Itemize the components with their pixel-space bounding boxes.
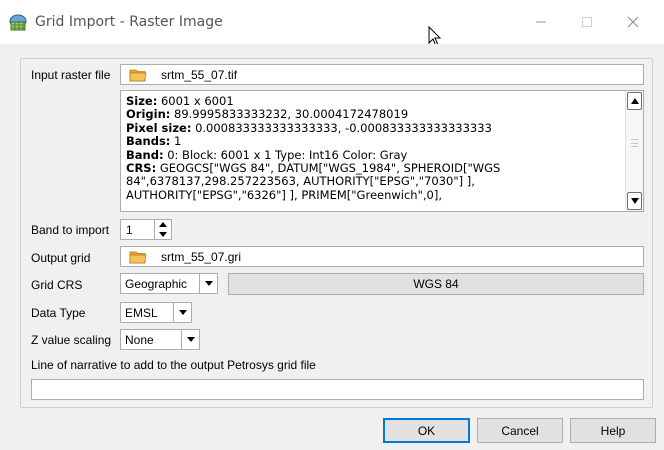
minimize-button[interactable]	[518, 0, 564, 44]
scroll-thumb-grip[interactable]	[631, 139, 638, 147]
ok-button[interactable]: OK	[383, 418, 470, 443]
dropdown-arrow[interactable]	[173, 303, 191, 322]
dropdown-arrow[interactable]	[199, 274, 217, 293]
narrative-input[interactable]	[31, 379, 644, 400]
input-raster-label: Input raster file	[31, 68, 111, 82]
info-line: Pixel size: 0.000833333333333333, -0.000…	[126, 121, 492, 135]
band-spinbox[interactable]: 1	[120, 219, 172, 240]
data-type-select[interactable]: EMSL	[120, 302, 192, 323]
data-type-value: EMSL	[125, 305, 158, 320]
cancel-button[interactable]: Cancel	[477, 418, 563, 443]
output-grid-field[interactable]: srtm_55_07.gri	[120, 246, 644, 267]
z-scaling-value: None	[125, 332, 154, 347]
scroll-down-button[interactable]	[627, 192, 642, 210]
info-line: Band: 0: Block: 6001 x 1 Type: Int16 Col…	[126, 148, 408, 162]
maximize-icon	[582, 17, 592, 27]
dropdown-arrow[interactable]	[181, 330, 199, 349]
triangle-down-icon	[186, 337, 195, 342]
info-line: 84",6378137,298.257223563, AUTHORITY["EP…	[126, 175, 475, 189]
output-grid-label: Output grid	[31, 251, 91, 265]
band-value: 1	[126, 222, 133, 237]
grid-crs-type-select[interactable]: Geographic	[120, 273, 218, 294]
scroll-up-button[interactable]	[627, 92, 642, 110]
spin-down-icon[interactable]	[155, 230, 171, 240]
raster-info-box[interactable]: Size: 6001 x 6001 Origin: 89.99958333332…	[120, 90, 644, 212]
info-line: Size: 6001 x 6001	[126, 95, 234, 108]
data-type-label: Data Type	[31, 306, 86, 320]
grid-crs-select-button[interactable]: WGS 84	[228, 273, 644, 295]
band-label: Band to import	[31, 223, 110, 237]
triangle-down-icon	[630, 198, 639, 204]
folder-icon[interactable]	[129, 68, 147, 82]
info-line: AUTHORITY["EPSG","6326"] ], PRIMEM["Gree…	[126, 188, 443, 202]
grid-crs-name: WGS 84	[413, 277, 459, 291]
folder-icon[interactable]	[129, 250, 147, 264]
info-line: CRS: GEOGCS["WGS 84", DATUM["WGS_1984", …	[126, 162, 501, 176]
output-grid-value: srtm_55_07.gri	[161, 249, 242, 264]
z-scaling-select[interactable]: None	[120, 329, 200, 350]
info-line: Origin: 89.9995833333232, 30.00041724780…	[126, 108, 409, 122]
input-raster-field[interactable]: srtm_55_07.tif	[120, 64, 644, 85]
triangle-down-icon	[204, 281, 213, 286]
grid-crs-type-value: Geographic	[125, 276, 188, 291]
band-spin-buttons[interactable]	[154, 220, 171, 239]
spin-up-icon[interactable]	[155, 220, 171, 230]
triangle-up-icon	[630, 98, 639, 104]
help-button[interactable]: Help	[570, 418, 656, 443]
narrative-label: Line of narrative to add to the output P…	[31, 358, 316, 372]
minimize-icon	[536, 21, 546, 23]
raster-info-text: Size: 6001 x 6001 Origin: 89.99958333332…	[126, 95, 621, 202]
triangle-down-icon	[178, 310, 187, 315]
title-bar: Grid Import - Raster Image	[0, 0, 664, 47]
cancel-button-label: Cancel	[501, 423, 539, 438]
grid-crs-label: Grid CRS	[31, 278, 83, 292]
info-line: Bands: 1	[126, 135, 182, 149]
close-icon	[627, 16, 639, 28]
input-raster-value: srtm_55_07.tif	[161, 67, 238, 82]
info-scrollbar[interactable]	[625, 91, 643, 211]
maximize-button[interactable]	[564, 0, 610, 44]
close-button[interactable]	[610, 0, 656, 44]
ok-button-label: OK	[417, 423, 436, 438]
window-title: Grid Import - Raster Image	[35, 14, 223, 30]
help-button-label: Help	[600, 423, 626, 438]
app-grid-icon	[9, 14, 27, 31]
z-scaling-label: Z value scaling	[31, 333, 112, 347]
